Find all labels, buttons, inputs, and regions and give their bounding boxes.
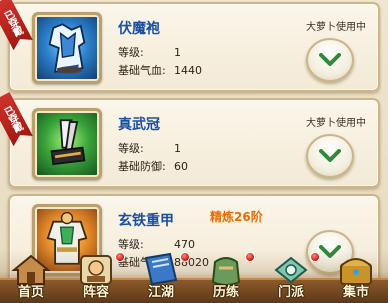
nav-label: 门派 <box>277 285 304 300</box>
nav-label: 阵容 <box>82 285 109 300</box>
level-label: 等级: <box>118 46 144 59</box>
stat-row: 基础气血: 1440 <box>118 62 202 78</box>
crown-icon <box>32 108 102 180</box>
nav-market[interactable]: 集市 <box>325 250 387 303</box>
level-value: 1 <box>174 46 181 59</box>
expand-button[interactable] <box>306 38 354 82</box>
nav-label: 首页 <box>17 285 44 300</box>
level-value: 1 <box>174 142 181 155</box>
equipment-card[interactable]: 已穿戴 真武冠 等级: 1 基础防御: 60 大萝卜使用中 <box>8 98 380 188</box>
stat-label: 基础防御: <box>118 160 166 173</box>
chevron-down-icon <box>319 149 341 162</box>
equipment-screen: 已穿戴 伏魔袍 等级: 1 基础气血: 1440 大萝卜使用中 已穿戴 真武冠 … <box>0 0 388 303</box>
nav-sect[interactable]: 门派 <box>260 250 322 303</box>
notification-dot <box>245 252 255 262</box>
nav-formation[interactable]: 阵容 <box>65 250 127 303</box>
item-name: 伏魔袍 <box>118 21 160 37</box>
stat-row: 基础防御: 60 <box>118 158 188 174</box>
item-name: 真武冠 <box>118 117 160 133</box>
robe-icon <box>32 12 102 84</box>
in-use-label: 大萝卜使用中 <box>306 22 366 33</box>
refine-level: 精炼26阶 <box>210 210 263 224</box>
nav-label: 集市 <box>342 285 369 300</box>
nav-label: 历练 <box>212 285 239 300</box>
nav-label: 江湖 <box>147 285 174 300</box>
expand-button[interactable] <box>306 134 354 178</box>
level-label: 等级: <box>118 142 144 155</box>
item-name: 玄铁重甲 <box>118 213 174 229</box>
stat-value: 1440 <box>174 64 202 77</box>
notification-dot <box>115 252 125 262</box>
nav-jianghu[interactable]: 江湖 <box>130 250 192 303</box>
equipped-badge: 已穿戴 <box>0 0 33 50</box>
in-use-label: 大萝卜使用中 <box>306 118 366 129</box>
chevron-down-icon <box>319 53 341 66</box>
level-row: 等级: 1 <box>118 44 181 60</box>
nav-home[interactable]: 首页 <box>0 250 62 303</box>
notification-dot <box>310 252 320 262</box>
equipped-badge: 已穿戴 <box>0 92 33 146</box>
stat-label: 基础气血: <box>118 64 166 77</box>
stat-value: 60 <box>174 160 188 173</box>
equipment-card[interactable]: 已穿戴 伏魔袍 等级: 1 基础气血: 1440 大萝卜使用中 <box>8 2 380 92</box>
level-row: 等级: 1 <box>118 140 181 156</box>
notification-dot <box>180 252 190 262</box>
nav-training[interactable]: 历练 <box>195 250 257 303</box>
